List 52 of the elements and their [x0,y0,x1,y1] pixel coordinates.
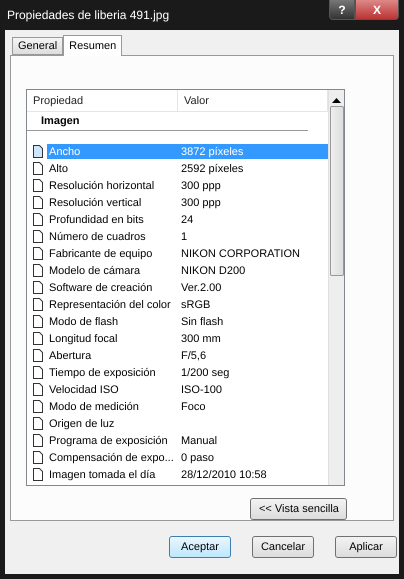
list-row[interactable]: Software de creación Ver.2.00 [47,280,328,295]
help-button[interactable]: ? [329,0,355,20]
list-row[interactable]: Origen de luz [47,416,328,431]
dialog-button[interactable]: Aceptar [168,536,231,558]
list-row[interactable]: Alto 2592 píxeles [47,161,328,176]
document-icon [33,264,43,277]
document-icon [33,451,43,464]
document-icon [33,434,43,447]
document-icon [33,349,43,362]
column-header[interactable]: Propiedad [27,90,178,111]
document-icon [33,298,43,311]
document-icon [33,281,43,294]
document-icon [33,179,43,192]
document-icon [33,332,43,345]
document-icon [33,400,43,413]
window-title: Propiedades de liberia 491.jpg [7,8,170,22]
list-row[interactable]: Modo de medición Foco [47,399,328,414]
document-icon [33,366,43,379]
list-row[interactable]: Tiempo de exposición 1/200 seg [47,365,328,380]
document-icon [33,162,43,175]
list-row[interactable]: Modelo de cámara NIKON D200 [47,263,328,278]
document-icon [33,230,43,243]
list-row[interactable]: Representación del color sRGB [47,297,328,312]
tab[interactable]: General [12,37,64,55]
list-row[interactable]: Imagen tomada el día 28/12/2010 10:58 [47,467,328,482]
tab[interactable]: Resumen [63,35,122,56]
dialog-button[interactable]: Aplicar [335,536,397,558]
list-row[interactable]: Número de cuadros 1 [47,229,328,244]
document-icon [33,383,43,396]
close-button[interactable]: X [355,0,399,20]
list-row[interactable]: Compensación de expo... 0 paso [47,450,328,465]
list-row[interactable]: Longitud focal 300 mm [47,331,328,346]
document-icon [33,145,43,158]
document-icon [33,213,43,226]
list-row[interactable]: Modo de flash Sin flash [47,314,328,329]
group-header: Imagen [27,112,308,131]
document-icon [33,196,43,209]
list-row[interactable]: Profundidad en bits 24 [47,212,328,227]
list-row[interactable]: Programa de exposición Manual [47,433,328,448]
dialog-button[interactable]: Cancelar [252,536,314,558]
scrollbar[interactable] [328,90,344,485]
list-row[interactable]: Fabricante de equipo NIKON CORPORATION [47,246,328,261]
scroll-up-arrow-icon[interactable] [332,98,341,104]
list-row[interactable]: Resolución vertical 300 ppp [47,195,328,210]
document-icon [33,315,43,328]
document-icon [33,247,43,260]
document-icon [33,468,43,481]
list-row[interactable]: Abertura F/5,6 [47,348,328,363]
list-row[interactable]: Resolución horizontal 300 ppp [47,178,328,193]
simple-view-button[interactable]: << Vista sencilla [250,498,347,520]
document-icon [33,417,43,430]
list-row[interactable]: Velocidad ISO ISO-100 [47,382,328,397]
